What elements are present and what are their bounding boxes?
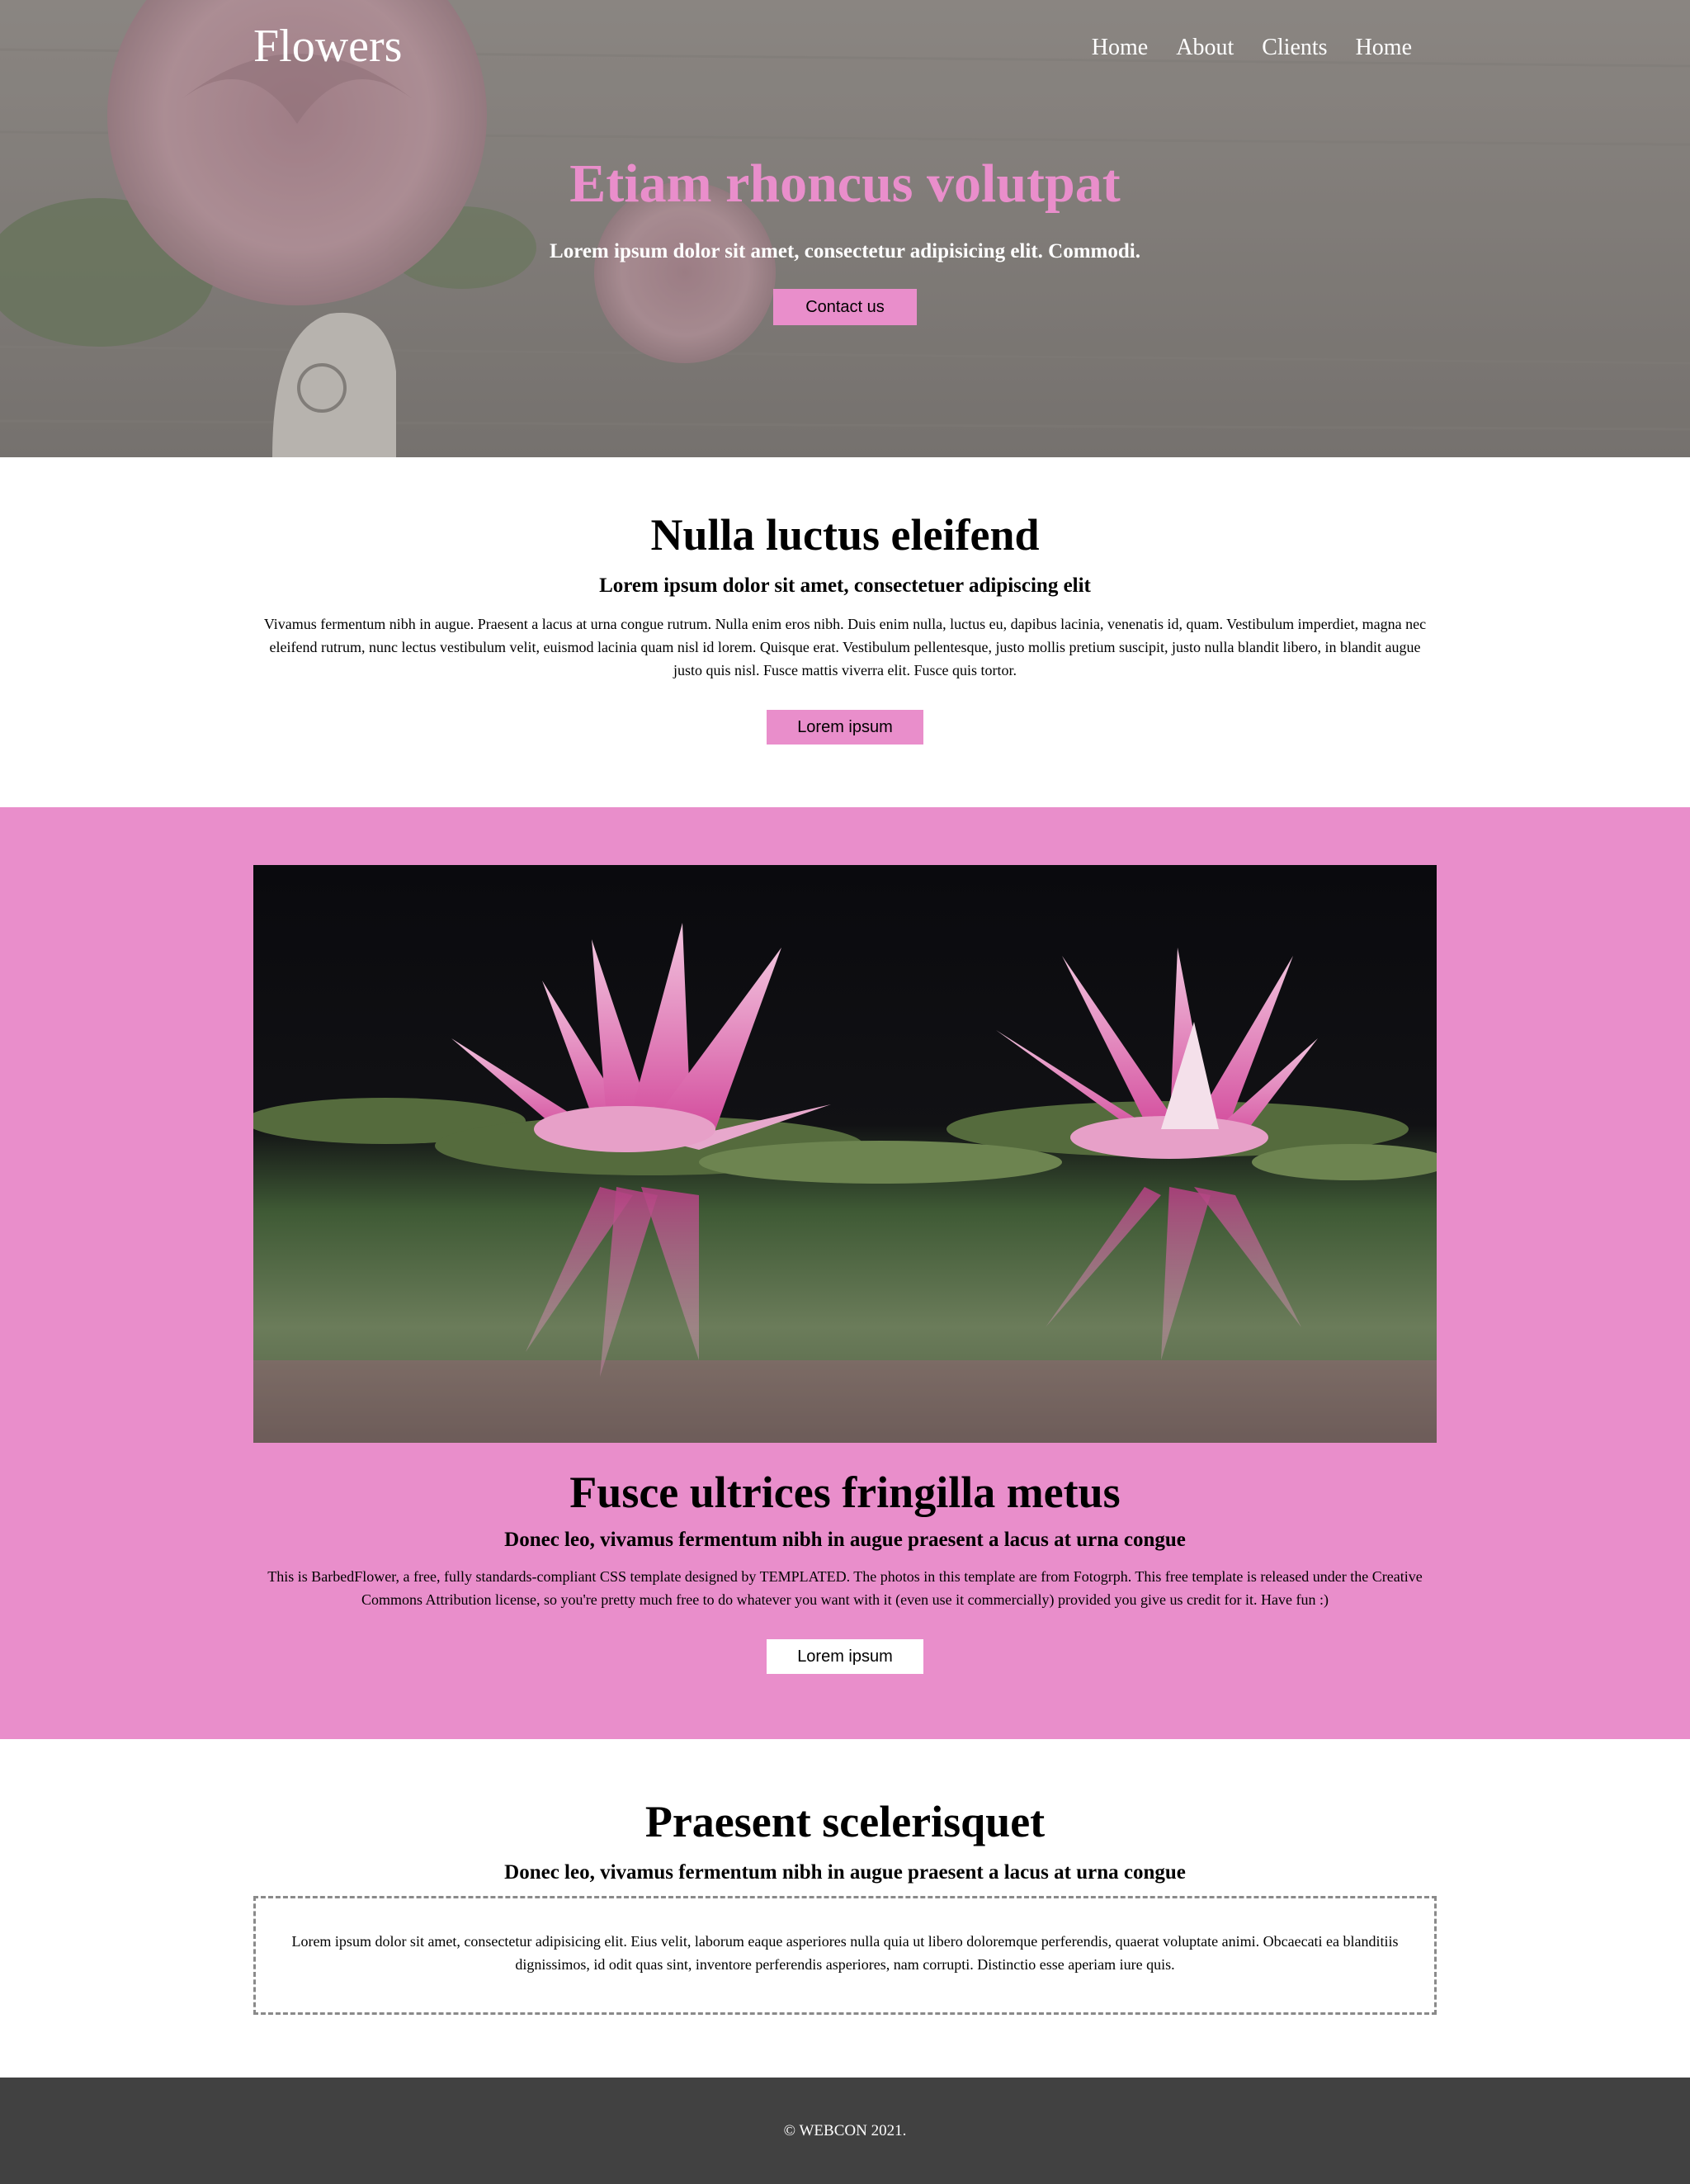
- section-nulla: Nulla luctus eleifend Lorem ipsum dolor …: [0, 457, 1690, 807]
- section-fusce: Fusce ultrices fringilla metus Donec leo…: [0, 807, 1690, 1739]
- contact-us-button[interactable]: Contact us: [773, 289, 917, 325]
- section3-title: Praesent scelerisquet: [644, 1797, 1046, 1846]
- section-praesent: Praesent scelerisquet Donec leo, vivamus…: [0, 1739, 1690, 2078]
- nav-link-clients[interactable]: Clients: [1262, 35, 1327, 61]
- hero-text: Etiam rhoncus volutpat Lorem ipsum dolor…: [253, 147, 1437, 325]
- water-lily-photo: [253, 865, 1437, 1443]
- section1-lorem-button[interactable]: Lorem ipsum: [767, 710, 923, 745]
- nav-link-home[interactable]: Home: [1092, 35, 1148, 61]
- hero-banner: Flowers Home About Clients Home Etiam rh…: [0, 0, 1690, 457]
- section1-body: Vivamus fermentum nibh in augue. Praesen…: [263, 616, 1427, 678]
- footer-copyright: © WEBCON 2021.: [783, 2122, 907, 2139]
- main-nav: Home About Clients Home: [1092, 35, 1412, 61]
- site-logo[interactable]: Flowers: [253, 20, 402, 73]
- section3-subtitle: Donec leo, vivamus fermentum nibh in aug…: [504, 1861, 1186, 1884]
- section2-lorem-button[interactable]: Lorem ipsum: [767, 1639, 923, 1674]
- nav-link-about[interactable]: About: [1176, 35, 1234, 61]
- section1-subtitle: Lorem ipsum dolor sit amet, consectetuer…: [599, 574, 1091, 597]
- section2-subtitle: Donec leo, vivamus fermentum nibh in aug…: [504, 1529, 1186, 1551]
- site-footer: © WEBCON 2021.: [0, 2078, 1690, 2184]
- section2-body: This is BarbedFlower, a free, fully stan…: [267, 1568, 1423, 1608]
- dashed-text-box: Lorem ipsum dolor sit amet, consectetur …: [253, 1896, 1437, 2015]
- section1-title: Nulla luctus eleifend: [650, 510, 1040, 560]
- hero-subtitle: Lorem ipsum dolor sit amet, consectetur …: [550, 240, 1140, 262]
- section2-title: Fusce ultrices fringilla metus: [569, 1468, 1121, 1517]
- nav-link-home-2[interactable]: Home: [1356, 35, 1412, 61]
- section3-body: Lorem ipsum dolor sit amet, consectetur …: [291, 1933, 1399, 1973]
- hero-title: Etiam rhoncus volutpat: [569, 154, 1121, 214]
